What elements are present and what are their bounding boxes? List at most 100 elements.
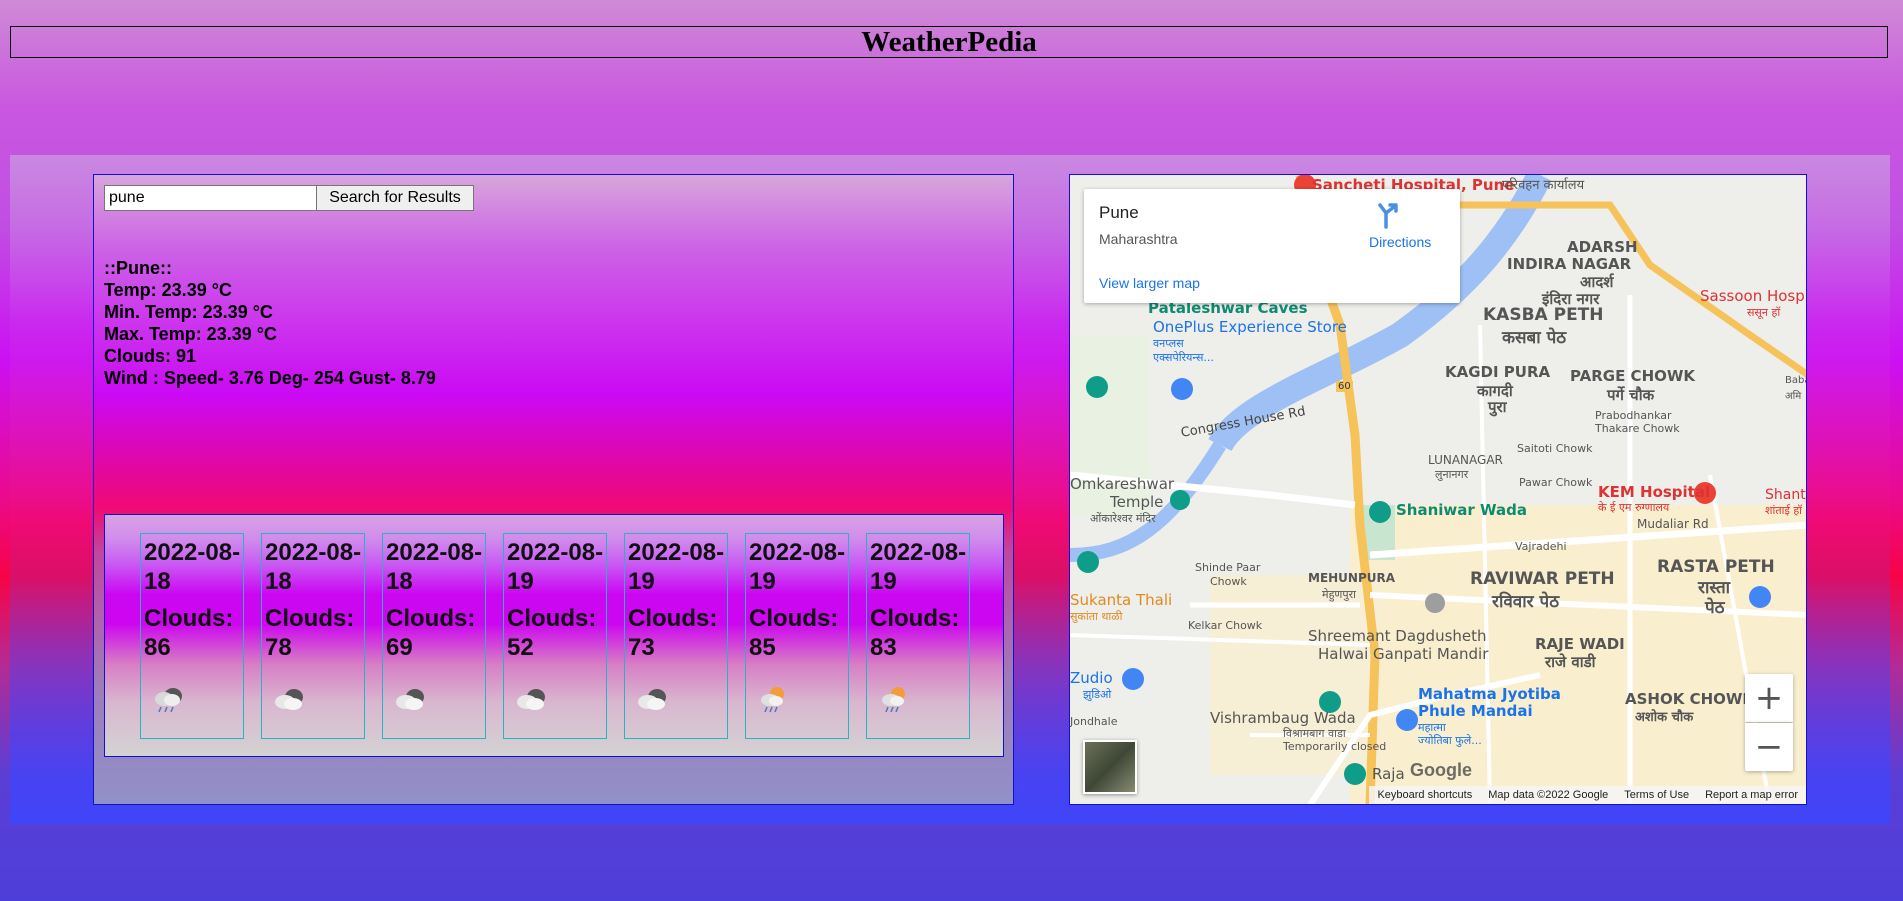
map-label: ASHOK CHOWK	[1625, 690, 1755, 708]
map-data-attribution: Map data ©2022 Google	[1488, 789, 1609, 801]
map-label[interactable]: OnePlus Experience Store	[1153, 318, 1347, 336]
forecast-date: 2022-08-18	[265, 539, 362, 595]
map-label: Phule Mandai	[1418, 702, 1533, 720]
map-label: MEHUNPURA	[1308, 571, 1396, 585]
map-label: पेठ	[1705, 598, 1725, 618]
temp-value: Temp: 23.39 °C	[104, 280, 232, 300]
directions-icon[interactable]	[1370, 203, 1404, 229]
app-title: WeatherPedia	[10, 26, 1888, 58]
zoom-in-button[interactable]: +	[1745, 674, 1793, 722]
map-label[interactable]: Omkareshwar	[1070, 475, 1174, 493]
forecast-clouds: Clouds: 86	[144, 605, 234, 661]
zoom-out-button[interactable]: −	[1745, 723, 1793, 771]
map-label[interactable]: KEM Hospital	[1598, 483, 1710, 501]
broken-clouds-icon	[275, 689, 303, 710]
map-label: Temple	[1110, 493, 1164, 511]
map-label: INDIRA NAGAR	[1507, 255, 1632, 273]
map-label: के ई एम रुग्णालय	[1598, 501, 1670, 514]
map-label[interactable]: Sukanta Thali	[1070, 591, 1172, 609]
map-label: Pawar Chowk	[1519, 476, 1593, 489]
map-label: Prabodhankar	[1595, 409, 1672, 422]
terms-of-use-link[interactable]: Terms of Use	[1624, 789, 1689, 801]
keyboard-shortcuts-link[interactable]: Keyboard shortcuts	[1377, 789, 1472, 801]
map-label: पुरा	[1488, 398, 1507, 416]
clouds-value: Clouds: 91	[104, 346, 197, 366]
map-label: विश्रामबाग वाडा	[1283, 727, 1346, 740]
forecast-clouds: Clouds: 73	[628, 605, 718, 661]
current-weather: ::Pune:: Temp: 23.39 °C Min. Temp: 23.39…	[104, 257, 436, 389]
broken-clouds-icon	[638, 689, 666, 710]
map-label: एक्सपेरियन्स...	[1153, 351, 1214, 364]
map-label: KASBA PETH	[1483, 305, 1604, 325]
satellite-toggle[interactable]	[1083, 740, 1137, 794]
map-label: ओंकारेश्वर मंदिर	[1090, 512, 1156, 525]
forecast-card: 2022-08-19 Clouds: 52	[503, 533, 607, 739]
forecast-clouds: Clouds: 69	[386, 605, 476, 661]
map-label: अमि	[1785, 391, 1802, 402]
google-logo: Google	[1410, 760, 1472, 780]
map-label: शांताई हॉ	[1765, 504, 1803, 517]
max-temp-value: Max. Temp: 23.39 °C	[104, 324, 277, 344]
map-label: Thakare Chowk	[1595, 422, 1680, 435]
forecast-date: 2022-08-19	[507, 539, 604, 595]
map-label: झुडिओ	[1083, 688, 1112, 701]
map-label[interactable]: Shaniwar Wada	[1396, 501, 1527, 519]
map-label[interactable]: Zudio	[1070, 669, 1113, 687]
map-label[interactable]: Shreemant Dagdusheth	[1308, 627, 1487, 645]
map-label: Chowk	[1210, 575, 1247, 588]
map-label: Vajradehi	[1515, 540, 1567, 553]
map-label: PARGE CHOWK	[1570, 367, 1696, 385]
forecast-date: 2022-08-19	[870, 539, 967, 595]
forecast-card: 2022-08-18 Clouds: 86	[140, 533, 244, 739]
google-map-embed[interactable]: Sancheti Hospital, Pune परिवहन कार्यालय …	[1069, 174, 1807, 805]
map-label[interactable]: Vishrambaug Wada	[1210, 709, 1356, 727]
forecast-card: 2022-08-19 Clouds: 85	[745, 533, 849, 739]
map-label: ससून हॉ	[1747, 306, 1781, 319]
map-label: RAVIWAR PETH	[1470, 569, 1615, 589]
forecast-card: 2022-08-18 Clouds: 69	[382, 533, 486, 739]
map-label: Mudaliar Rd	[1637, 517, 1709, 531]
forecast-clouds: Clouds: 83	[870, 605, 960, 661]
sun-rain-icon	[761, 687, 784, 713]
min-temp-value: Min. Temp: 23.39 °C	[104, 302, 273, 322]
map-label: वनप्लस	[1153, 337, 1184, 350]
broken-clouds-icon	[396, 689, 424, 710]
forecast-card: 2022-08-19 Clouds: 73	[624, 533, 728, 739]
forecast-date: 2022-08-18	[386, 539, 483, 595]
map-label: Shant	[1765, 487, 1806, 503]
place-info-card: Pune Maharashtra View larger map Directi…	[1084, 189, 1460, 303]
view-larger-map-link[interactable]: View larger map	[1099, 275, 1200, 291]
forecast-date: 2022-08-19	[628, 539, 725, 595]
map-label: पर्गे चौक	[1607, 386, 1655, 404]
forecast-clouds: Clouds: 85	[749, 605, 839, 661]
map-label: LUNANAGAR	[1428, 453, 1503, 467]
forecast-clouds: Clouds: 78	[265, 605, 355, 661]
map-label: Shinde Paar	[1195, 561, 1261, 574]
map-label: राजे वाडी	[1545, 653, 1596, 671]
wind-value: Wind : Speed- 3.76 Deg- 254 Gust- 8.79	[104, 368, 436, 388]
map-label[interactable]: Mahatma Jyotiba	[1418, 685, 1561, 703]
map-label: RASTA PETH	[1657, 557, 1775, 577]
city-search-input[interactable]	[104, 185, 317, 211]
map-label: Halwai Ganpati Mandir	[1318, 645, 1489, 663]
forecast-card: 2022-08-18 Clouds: 78	[261, 533, 365, 739]
place-name: Pune	[1099, 203, 1139, 222]
forecast-date: 2022-08-18	[144, 539, 241, 595]
map-label: KAGDI PURA	[1445, 363, 1551, 381]
report-error-link[interactable]: Report a map error	[1705, 789, 1798, 801]
map-label: परिवहन कार्यालय	[1502, 178, 1585, 193]
map-label: ज्योतिबा फुले...	[1418, 734, 1482, 747]
search-button[interactable]: Search for Results	[316, 185, 474, 211]
map-label: Temporarily closed	[1283, 740, 1387, 753]
map-label: रविवार पेठ	[1492, 592, 1560, 612]
map-label: Saitoti Chowk	[1517, 442, 1593, 455]
map-label: सुकांता थाळी	[1070, 610, 1123, 623]
map-label: मेहुणपुरा	[1322, 588, 1356, 601]
directions-label[interactable]: Directions	[1369, 234, 1431, 250]
broken-clouds-icon	[517, 689, 545, 710]
map-label: अशोक चौक	[1635, 710, 1694, 725]
city-name: ::Pune::	[104, 258, 172, 278]
map-label[interactable]: Sassoon Hosp	[1700, 287, 1805, 305]
map-label: Raja	[1372, 765, 1405, 783]
map-label: 60	[1336, 381, 1353, 392]
